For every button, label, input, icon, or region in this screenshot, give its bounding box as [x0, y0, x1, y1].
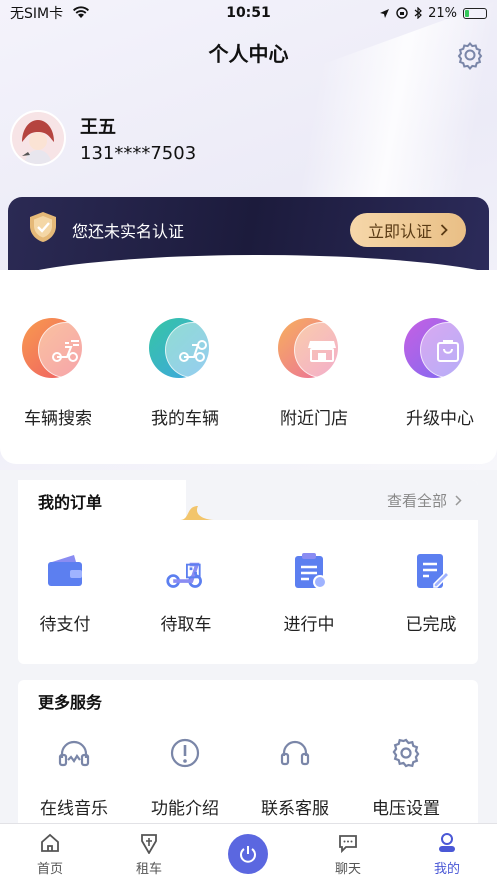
clock: 10:51 — [226, 5, 271, 21]
rent-icon — [141, 834, 157, 854]
headset-icon — [280, 740, 310, 766]
avatar-illustration — [12, 112, 64, 164]
power-button[interactable] — [228, 834, 268, 874]
quick-action-label: 附近门店 — [280, 409, 348, 429]
tab-label: 聊天 — [334, 862, 361, 877]
bottom-tab-bar: 首页 租车 聊天 我的 — [0, 823, 497, 883]
quick-action-upgrade-center[interactable]: 升级中心 — [390, 314, 490, 429]
power-icon — [240, 846, 256, 863]
tab-mine[interactable]: 我的 — [407, 832, 487, 877]
service-label: 电压设置 — [372, 799, 440, 819]
battery-icon — [463, 7, 487, 19]
tab-accent-decoration — [180, 506, 216, 520]
service-label: 在线音乐 — [40, 799, 108, 819]
services-title: 更多服务 — [38, 693, 103, 712]
service-online-music[interactable]: 在线音乐 — [19, 736, 129, 819]
more-services-card: 更多服务 在线音乐 功能介绍 联系客服 电压设置 — [18, 680, 478, 830]
service-label: 联系客服 — [261, 799, 329, 819]
service-voltage-settings[interactable]: 电压设置 — [351, 736, 461, 819]
view-all-orders-link[interactable]: 查看全部 — [387, 490, 462, 511]
tab-label: 首页 — [36, 862, 63, 877]
clipboard-icon — [295, 553, 327, 589]
avatar[interactable] — [10, 110, 66, 166]
order-status-completed[interactable]: 已完成 — [376, 550, 486, 635]
chevron-right-icon — [440, 224, 448, 236]
my-orders-card: 我的订单 查看全部 待支付 待取车 进行中 已完成 — [18, 480, 478, 664]
verify-now-button[interactable]: 立即认证 — [350, 213, 466, 247]
edit-doc-icon — [417, 554, 451, 588]
info-icon — [170, 738, 200, 768]
service-feature-intro[interactable]: 功能介绍 — [130, 736, 240, 819]
profile-card[interactable]: 王五 131****7503 — [10, 110, 196, 166]
quick-action-nearby-stores[interactable]: 附近门店 — [264, 314, 364, 429]
chevron-right-icon — [455, 495, 462, 506]
user-name: 王五 — [80, 116, 116, 138]
order-status-label: 待取车 — [160, 615, 212, 635]
headphones-icon — [58, 740, 90, 767]
tab-home[interactable]: 首页 — [10, 832, 90, 877]
verification-notice: 您还未实名认证 — [72, 222, 185, 241]
order-status-label: 已完成 — [405, 615, 457, 635]
scooter-search-icon — [38, 322, 94, 378]
status-bar: 无SIM卡 10:51 21% — [0, 0, 497, 26]
orders-title: 我的订单 — [38, 493, 103, 512]
order-status-label: 待支付 — [39, 615, 91, 635]
quick-action-label: 升级中心 — [406, 409, 474, 429]
wallet-icon — [48, 555, 82, 586]
store-icon — [294, 322, 350, 378]
settings-gear-icon[interactable] — [455, 40, 485, 70]
tab-label: 我的 — [433, 862, 460, 877]
shield-check-icon — [30, 212, 56, 242]
quick-actions: 车辆搜索 我的车辆 附近门店 升级中心 — [0, 270, 497, 464]
tab-label: 租车 — [135, 862, 162, 877]
gear-icon — [392, 738, 420, 768]
service-label: 功能介绍 — [151, 799, 219, 819]
scooter-qr-icon — [166, 562, 202, 588]
user-phone: 131****7503 — [80, 142, 197, 164]
home-icon — [41, 833, 59, 852]
order-status-label: 进行中 — [283, 615, 335, 635]
order-status-pending-payment[interactable]: 待支付 — [10, 550, 120, 635]
verify-now-label: 立即认证 — [367, 224, 432, 241]
quick-action-vehicle-search[interactable]: 车辆搜索 — [8, 314, 108, 429]
tab-rent[interactable]: 租车 — [109, 832, 189, 877]
order-status-in-progress[interactable]: 进行中 — [254, 550, 364, 635]
order-status-awaiting-pickup[interactable]: 待取车 — [131, 550, 241, 635]
quick-action-label: 车辆搜索 — [24, 409, 92, 429]
page-title: 个人中心 — [208, 42, 289, 66]
bag-icon — [420, 322, 476, 378]
scooter-icon — [165, 322, 221, 378]
view-all-label: 查看全部 — [386, 492, 447, 510]
quick-action-my-vehicles[interactable]: 我的车辆 — [135, 314, 235, 429]
user-icon — [439, 833, 455, 852]
chat-icon — [339, 835, 357, 854]
tab-chat[interactable]: 聊天 — [308, 832, 388, 877]
service-contact-support[interactable]: 联系客服 — [240, 736, 350, 819]
quick-action-label: 我的车辆 — [151, 409, 219, 429]
